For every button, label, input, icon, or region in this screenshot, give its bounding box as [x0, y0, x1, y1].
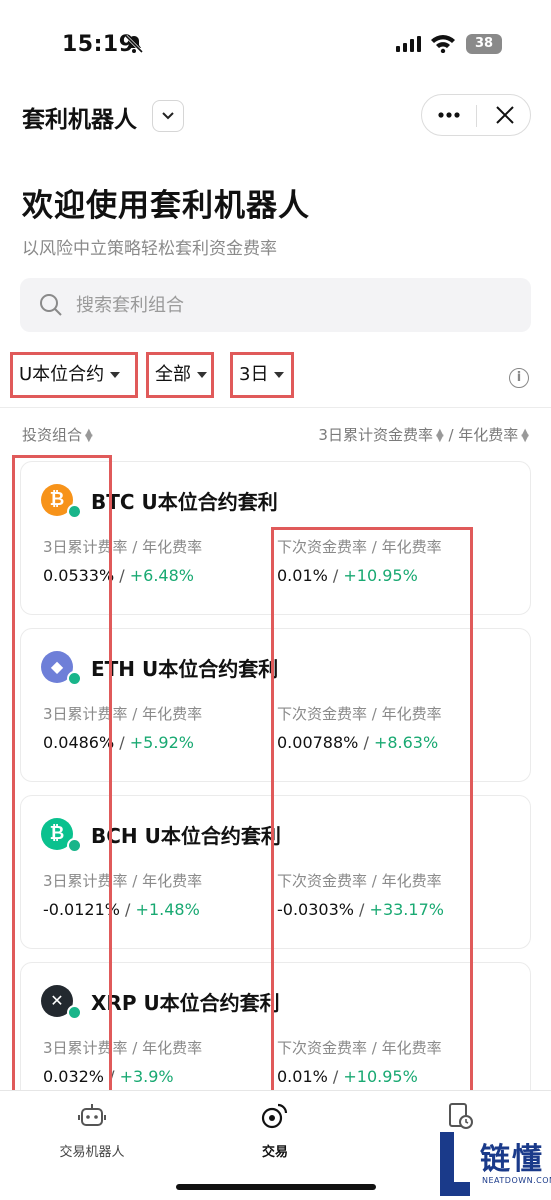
scope-label: 全部 [155, 364, 191, 385]
next-rate-value: -0.0303% / +33.17% [277, 900, 444, 919]
annual-rate: +6.48% [129, 566, 194, 585]
annual-rate: +1.48% [135, 900, 200, 919]
period-label: 3日 [239, 364, 269, 385]
portfolio-card-eth[interactable]: ◆ ETH U本位合约套利 3日累计费率 / 年化费率 0.0486% / +5… [20, 628, 531, 782]
column-slash: / [448, 426, 459, 444]
signal-icon [396, 36, 421, 52]
tab-label: 交易机器人 [59, 1145, 125, 1160]
home-indicator [176, 1184, 376, 1190]
search-icon [40, 294, 62, 316]
watermark-text: 链懂 [480, 1142, 544, 1177]
cumulative-rate-value: -0.0121% / +1.48% [43, 900, 200, 919]
watermark-logo: 链懂 NEATDOWN.COM [438, 1126, 551, 1196]
cumulative-rate-value: 0.032% / +3.9% [43, 1067, 174, 1086]
next-rate: 0.00788% [277, 733, 359, 752]
header: 套利机器人 [0, 92, 551, 140]
contract-type-filter[interactable]: U本位合约 [10, 352, 138, 398]
search-bar [20, 278, 531, 332]
card-title: ETH U本位合约套利 [91, 657, 279, 681]
portfolio-card-bch[interactable]: ₿ BCH U本位合约套利 3日累计费率 / 年化费率 -0.0121% / +… [20, 795, 531, 949]
next-rate: 0.01% [277, 566, 328, 585]
column-header-rates: 3日累计资金费率 ▲ ▼ / 年化费率 ▲ ▼ [318, 424, 529, 445]
cumulative-rate-label: 3日累计费率 / 年化费率 [43, 705, 203, 723]
wifi-icon [431, 35, 455, 53]
card-title: BTC U本位合约套利 [91, 490, 278, 514]
next-annual-rate: +10.95% [343, 566, 418, 585]
more-dots-icon [438, 112, 460, 118]
divider [0, 407, 551, 408]
tab-trading-bot[interactable]: 交易机器人 [32, 1101, 152, 1160]
column-cumulative-label[interactable]: 3日累计资金费率 [318, 426, 433, 444]
contract-type-label: U本位合约 [19, 364, 105, 385]
next-rate-value: 0.01% / +10.95% [277, 566, 418, 585]
card-title: BCH U本位合约套利 [91, 824, 281, 848]
title-dropdown-button[interactable] [152, 100, 184, 132]
watermark-l-icon [440, 1132, 470, 1196]
hero-title: 欢迎使用套利机器人 [22, 188, 310, 224]
cumulative-rate-value: 0.0486% / +5.92% [43, 733, 194, 752]
period-filter[interactable]: 3日 [230, 352, 294, 398]
badge-icon [67, 1005, 82, 1020]
column-header-portfolio[interactable]: 投资组合 ▲ ▼ [22, 424, 93, 445]
next-rate-value: 0.00788% / +8.63% [277, 733, 439, 752]
card-title: XRP U本位合约套利 [91, 991, 280, 1015]
sort-icon: ▲ ▼ [521, 426, 529, 444]
next-rate-label: 下次资金费率 / 年化费率 [277, 872, 442, 890]
watermark-subtext: NEATDOWN.COM [482, 1176, 551, 1185]
close-icon [496, 106, 514, 124]
close-button[interactable] [478, 95, 532, 135]
next-rate: -0.0303% [277, 900, 354, 919]
robot-icon [78, 1104, 106, 1126]
next-annual-rate: +8.63% [373, 733, 439, 752]
badge-icon [67, 504, 82, 519]
badge-icon [67, 838, 82, 853]
portfolio-card-btc[interactable]: ₿ BTC U本位合约套利 3日累计费率 / 年化费率 0.0533% / +6… [20, 461, 531, 615]
next-rate-value: 0.01% / +10.95% [277, 1067, 418, 1086]
cumulative-rate: -0.0121% [43, 900, 120, 919]
scope-filter[interactable]: 全部 [146, 352, 214, 398]
sort-icon: ▲ ▼ [85, 426, 93, 444]
cumulative-rate: 0.0533% [43, 566, 115, 585]
cumulative-rate-label: 3日累计费率 / 年化费率 [43, 872, 203, 890]
capsule-divider [476, 105, 477, 127]
next-rate-label: 下次资金费率 / 年化费率 [277, 705, 442, 723]
bell-off-icon [124, 34, 144, 54]
cumulative-rate: 0.032% [43, 1067, 105, 1086]
next-annual-rate: +33.17% [369, 900, 444, 919]
tab-trade[interactable]: 交易 [215, 1101, 335, 1160]
next-rate-label: 下次资金费率 / 年化费率 [277, 1039, 442, 1057]
search-input[interactable] [76, 278, 516, 332]
chevron-down-icon [162, 112, 174, 120]
next-annual-rate: +10.95% [343, 1067, 418, 1086]
caret-down-icon [274, 372, 285, 378]
status-bar: 15:19 38 [0, 0, 551, 90]
cumulative-rate-label: 3日累计费率 / 年化费率 [43, 1039, 203, 1057]
cumulative-rate-value: 0.0533% / +6.48% [43, 566, 194, 585]
badge-icon [67, 671, 82, 686]
next-rate-label: 下次资金费率 / 年化费率 [277, 538, 442, 556]
tab-label: 交易 [261, 1145, 288, 1160]
mini-program-capsule [421, 94, 531, 136]
battery-indicator: 38 [466, 34, 502, 54]
cumulative-rate: 0.0486% [43, 733, 115, 752]
caret-down-icon [110, 372, 121, 378]
info-icon[interactable]: i [509, 368, 529, 388]
more-button[interactable] [422, 95, 476, 135]
annual-rate: +3.9% [119, 1067, 174, 1086]
column-portfolio-label: 投资组合 [22, 426, 83, 444]
sort-icon: ▲ ▼ [435, 426, 444, 444]
next-rate: 0.01% [277, 1067, 328, 1086]
page-title: 套利机器人 [22, 107, 137, 133]
caret-down-icon [197, 372, 207, 378]
hero-subtitle: 以风险中立策略轻松套利资金费率 [22, 239, 277, 259]
trade-icon [261, 1103, 288, 1129]
annual-rate: +5.92% [129, 733, 194, 752]
column-annual-label[interactable]: 年化费率 [458, 426, 518, 444]
cumulative-rate-label: 3日累计费率 / 年化费率 [43, 538, 203, 556]
